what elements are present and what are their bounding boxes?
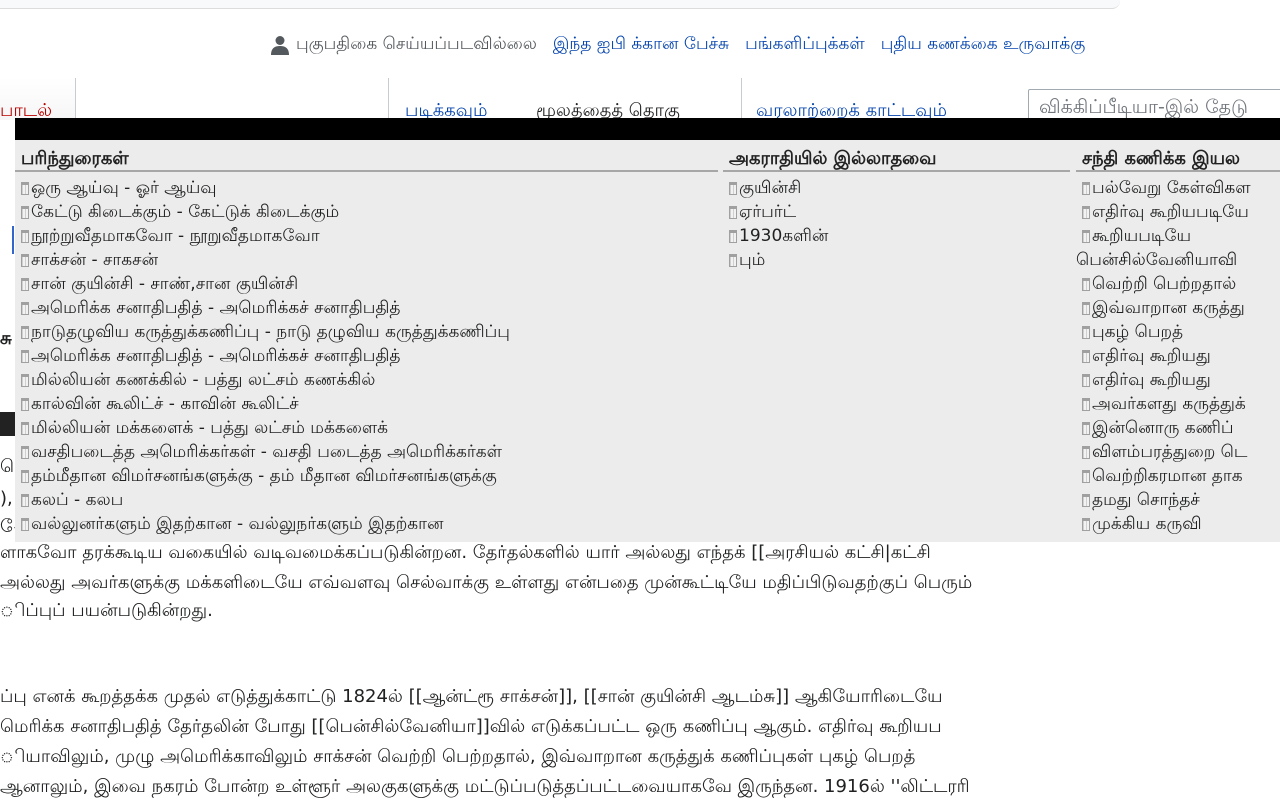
suggestion-item[interactable]: ஒரு ஆய்வு - ஓர் ஆய்வு xyxy=(21,176,718,200)
trash-icon[interactable] xyxy=(21,493,29,507)
article-fragment: சு xyxy=(0,328,12,349)
trash-icon[interactable] xyxy=(21,349,29,363)
trash-icon[interactable] xyxy=(1082,397,1090,411)
article-line: ஆனாலும், இவை நகரம் போன்ற உள்ளூர் அலகுகளு… xyxy=(0,776,970,797)
sandhi-item[interactable]: எதிர்வு கூறியது xyxy=(1082,368,1280,392)
sandhi-item[interactable]: பென்சில்வேனியாவி xyxy=(1076,248,1280,272)
trash-icon[interactable] xyxy=(1082,373,1090,387)
suggestion-item[interactable]: சாக்சன் - சாகசன் xyxy=(21,248,718,272)
suggestion-item[interactable]: சான் குயின்சி - சாண்,சான குயின்சி xyxy=(21,272,718,296)
trash-icon[interactable] xyxy=(21,373,29,387)
trash-icon[interactable] xyxy=(21,301,29,315)
sandhi-item[interactable]: பல்வேறு கேள்விகள xyxy=(1082,176,1280,200)
sandhi-item[interactable]: அவர்களது கருத்துக் xyxy=(1082,392,1280,416)
sandhi-item[interactable]: இவ்வாறான கருத்து xyxy=(1082,296,1280,320)
trash-icon[interactable] xyxy=(729,253,737,267)
trash-icon[interactable] xyxy=(21,469,29,483)
trash-icon[interactable] xyxy=(21,325,29,339)
trash-icon[interactable] xyxy=(21,229,29,243)
article-line: அல்லது அவர்களுக்கு மக்களிடையே எவ்வளவு செ… xyxy=(0,572,973,593)
suggestion-item[interactable]: மில்லியன் மக்களைக் - பத்து லட்சம் மக்களை… xyxy=(21,416,718,440)
sandhi-item[interactable]: இன்னொரு கணிப் xyxy=(1082,416,1280,440)
trash-icon[interactable] xyxy=(1082,517,1090,531)
trash-icon[interactable] xyxy=(21,205,29,219)
trash-icon[interactable] xyxy=(729,181,737,195)
sandhi-item[interactable]: வெற்றிகரமான தாக xyxy=(1082,464,1280,488)
suggestions-heading: பரிந்துரைகள் xyxy=(15,140,718,172)
spellcheck-overlay: பரிந்துரைகள் ஒரு ஆய்வு - ஓர் ஆய்வு கேட்ட… xyxy=(15,118,1280,542)
suggestion-item[interactable]: கலப் - கலப xyxy=(21,488,718,512)
tab-edit-source[interactable]: மூலத்தைத் தொகு xyxy=(522,78,740,120)
suggestions-column: பரிந்துரைகள் ஒரு ஆய்வு - ஓர் ஆய்வு கேட்ட… xyxy=(15,140,718,536)
trash-icon[interactable] xyxy=(1082,301,1090,315)
unknown-word-item[interactable]: 1930களின் xyxy=(729,224,1070,248)
trash-icon[interactable] xyxy=(1082,205,1090,219)
trash-icon[interactable] xyxy=(21,421,29,435)
suggestion-item[interactable]: வசதிபடைத்த அமெரிக்கர்கள் - வசதி படைத்த அ… xyxy=(21,440,718,464)
trash-icon[interactable] xyxy=(21,397,29,411)
suggestion-item[interactable]: மில்லியன் கணக்கில் - பத்து லட்சம் கணக்கி… xyxy=(21,368,718,392)
tab-page[interactable]: பாடல் xyxy=(0,78,76,120)
sandhi-item[interactable]: விளம்பரத்துறை டெ xyxy=(1082,440,1280,464)
trash-icon[interactable] xyxy=(1082,469,1090,483)
sandhi-item[interactable]: எதிர்வு கூறியது xyxy=(1082,344,1280,368)
not-logged-in-text: புகுபதிகை செய்யப்படவில்லை xyxy=(296,34,537,54)
sandhi-item[interactable]: முக்கிய கருவி xyxy=(1082,512,1280,536)
trash-icon[interactable] xyxy=(1082,349,1090,363)
trash-icon[interactable] xyxy=(1082,445,1090,459)
trash-icon[interactable] xyxy=(21,181,29,195)
sandhi-heading: சந்தி கணிக்க இயல xyxy=(1076,140,1280,172)
trash-icon[interactable] xyxy=(1082,421,1090,435)
tab-view-history[interactable]: வரலாற்றைக் காட்டவும் xyxy=(741,78,1020,120)
not-in-dictionary-heading: அகராதியில் இல்லாதவை xyxy=(723,140,1070,172)
article-fragment: ), xyxy=(0,488,13,509)
trash-icon[interactable] xyxy=(729,229,737,243)
unknown-word-item[interactable]: ஏர்பர்ட் xyxy=(729,200,1070,224)
article-line: ப்பு எனக் கூறத்தக்க முதல் எடுத்துக்காட்ட… xyxy=(0,686,943,707)
user-links: புகுபதிகை செய்யப்படவில்லை இந்த ஐபி க்கான… xyxy=(270,34,1101,56)
tab-read[interactable]: படிக்கவும் xyxy=(388,78,516,120)
sandhi-item[interactable]: புகழ் பெறத் xyxy=(1082,320,1280,344)
trash-icon[interactable] xyxy=(1082,181,1090,195)
suggestion-item[interactable]: கேட்டு கிடைக்கும் - கேட்டுக் கிடைக்கும் xyxy=(21,200,718,224)
create-account-link[interactable]: புதிய கணக்கை உருவாக்கு xyxy=(881,34,1086,56)
trash-icon[interactable] xyxy=(1082,229,1090,243)
suggestion-item[interactable]: அமெரிக்க சனாதிபதித் - அமெரிக்கச் சனாதிபத… xyxy=(21,296,718,320)
suggestion-item[interactable]: அமெரிக்க சனாதிபதித் - அமெரிக்கச் சனாதிபத… xyxy=(21,344,718,368)
ip-talk-link[interactable]: இந்த ஐபி க்கான பேச்சு xyxy=(553,34,729,56)
sandhi-item[interactable]: வெற்றி பெற்றதால் xyxy=(1082,272,1280,296)
sandhi-item[interactable]: தமது சொந்தச் xyxy=(1082,488,1280,512)
trash-icon[interactable] xyxy=(1082,325,1090,339)
trash-icon[interactable] xyxy=(21,253,29,267)
sandhi-item[interactable]: எதிர்வு கூறியபடியே xyxy=(1082,200,1280,224)
article-line: ியாவிலும், முழு அமெரிக்காவிலும் சாக்சன் … xyxy=(0,746,916,767)
trash-icon[interactable] xyxy=(1082,493,1090,507)
trash-icon[interactable] xyxy=(21,517,29,531)
contributions-link[interactable]: பங்களிப்புக்கள் xyxy=(745,34,865,56)
suggestion-item[interactable]: கால்வின் கூலிட்ச் - காவின் கூலிட்ச் xyxy=(21,392,718,416)
article-line: ிப்புப் பயன்படுகின்றது. xyxy=(0,600,213,621)
image-icon xyxy=(0,412,16,436)
article-line: ளாகவோ தரக்கூடிய வகையில் வடிவமைக்கப்படுகி… xyxy=(0,542,931,563)
suggestion-item[interactable]: நாடுதழுவிய கருத்துக்கணிப்பு - நாடு தழுவி… xyxy=(21,320,718,344)
unknown-word-item[interactable]: பும் xyxy=(729,248,1070,272)
trash-icon[interactable] xyxy=(21,445,29,459)
unknown-word-item[interactable]: குயின்சி xyxy=(729,176,1070,200)
suggestion-item[interactable]: தம்மீதான விமர்சனங்களுக்கு - தம் மீதான வி… xyxy=(21,464,718,488)
user-icon xyxy=(271,36,289,55)
suggestion-item[interactable]: நூற்றுவீதமாகவோ - நூறுவீதமாகவோ xyxy=(21,224,718,248)
trash-icon[interactable] xyxy=(1082,277,1090,291)
sandhi-item[interactable]: கூறியபடியே xyxy=(1082,224,1280,248)
suggestion-item[interactable]: வல்லுனர்களும் இதற்கான - வல்லுநர்களும் இத… xyxy=(21,512,718,536)
input-edge xyxy=(0,226,14,254)
article-line: மெரிக்க சனாதிபதித் தேர்தலின் போது [[பென்… xyxy=(0,716,942,737)
trash-icon[interactable] xyxy=(729,205,737,219)
trash-icon[interactable] xyxy=(21,277,29,291)
search-bar-strip xyxy=(0,0,1120,9)
sandhi-column: சந்தி கணிக்க இயல பல்வேறு கேள்விகள எதிர்வ… xyxy=(1076,140,1280,536)
not-in-dictionary-column: அகராதியில் இல்லாதவை குயின்சி ஏர்பர்ட் 19… xyxy=(723,140,1070,272)
